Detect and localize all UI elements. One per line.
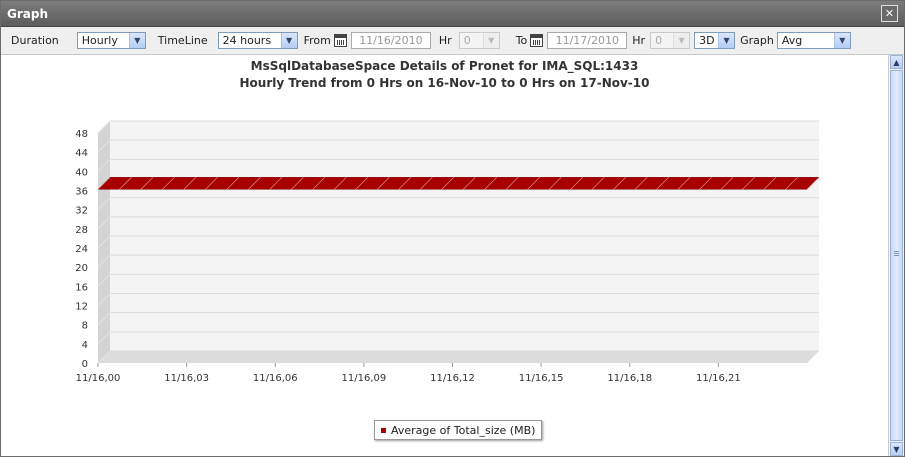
- x-tick-label: 11/16,06: [253, 373, 298, 384]
- y-tick-label: 0: [82, 359, 88, 370]
- chart-floor: [98, 351, 819, 363]
- chevron-down-icon: ▼: [280, 33, 297, 48]
- close-icon[interactable]: ✕: [881, 5, 898, 22]
- graph-label: Graph: [740, 34, 774, 47]
- graph-toolbar: Duration Hourly ▼ TimeLine 24 hours ▼ Fr…: [1, 27, 904, 55]
- scroll-down-icon[interactable]: ▼: [890, 442, 903, 456]
- trend-chart: 0481216202428323640444811/16,00 11/16,03 1…: [75, 120, 820, 384]
- y-tick-label: 24: [75, 244, 88, 255]
- duration-select-value: Hourly: [81, 34, 118, 47]
- y-tick-label: 40: [75, 167, 88, 178]
- timeline-select-value: 24 hours: [222, 34, 272, 47]
- scrollbar-thumb[interactable]: [890, 70, 903, 441]
- x-tick-label: 11/16,12: [430, 373, 475, 384]
- from-hr-select[interactable]: 0 ▼: [458, 32, 500, 49]
- chevron-down-icon: ▼: [833, 33, 850, 48]
- chevron-down-icon: ▼: [673, 33, 690, 48]
- y-tick-label: 12: [75, 302, 88, 313]
- chevron-down-icon: ▼: [718, 33, 735, 48]
- x-tick-label: 11/16,15: [519, 373, 564, 384]
- legend-swatch: [381, 427, 386, 433]
- chevron-down-icon: ▼: [128, 33, 145, 48]
- vertical-scrollbar[interactable]: ▲ ▼: [888, 55, 904, 456]
- y-tick-label: 4: [82, 340, 88, 351]
- chart-legend: Average of Total_size (MB): [374, 420, 543, 440]
- x-tick-label: 11/16,09: [342, 373, 387, 384]
- from-hr-label: Hr: [438, 34, 452, 47]
- duration-label: Duration: [11, 34, 59, 47]
- scroll-up-icon[interactable]: ▲: [890, 55, 903, 69]
- x-tick-label: 11/16,00: [76, 373, 121, 384]
- graph-type-select[interactable]: Avg ▼: [776, 32, 851, 49]
- to-hr-select-value: 0: [655, 34, 663, 47]
- to-date-field[interactable]: 11/17/2010: [547, 32, 628, 49]
- x-tick-label: 11/16,03: [164, 373, 209, 384]
- title-bar: Graph ✕: [1, 1, 904, 27]
- y-tick-label: 48: [75, 129, 88, 140]
- from-date-field[interactable]: 11/16/2010: [350, 32, 431, 49]
- timeline-select[interactable]: 24 hours ▼: [217, 32, 298, 49]
- from-calendar-icon[interactable]: [333, 34, 347, 47]
- from-hr-select-value: 0: [463, 34, 471, 47]
- grip-icon: [894, 251, 899, 257]
- y-tick-label: 32: [75, 206, 88, 217]
- timeline-label: TimeLine: [157, 34, 208, 47]
- y-tick-label: 20: [75, 263, 88, 274]
- y-tick-label: 16: [75, 282, 88, 293]
- to-hr-label: Hr: [632, 34, 646, 47]
- x-tick-label: 11/16,18: [607, 373, 652, 384]
- y-tick-label: 28: [75, 225, 88, 236]
- to-hr-select[interactable]: 0 ▼: [650, 32, 691, 49]
- chart-mode-select-value: 3D: [699, 34, 715, 47]
- to-label: To: [515, 34, 528, 47]
- duration-select[interactable]: Hourly ▼: [76, 32, 146, 49]
- chevron-down-icon: ▼: [482, 33, 499, 48]
- y-tick-label: 36: [75, 187, 88, 198]
- y-tick-label: 8: [82, 321, 88, 332]
- chart-mode-select[interactable]: 3D ▼: [694, 32, 736, 49]
- graph-content: MsSqlDatabaseSpace Details of Pronet for…: [1, 55, 888, 456]
- graph-window: Graph ✕ Duration Hourly ▼ TimeLine 24 ho…: [0, 0, 905, 457]
- from-label: From: [303, 34, 331, 47]
- graph-type-select-value: Avg: [781, 34, 803, 47]
- x-tick-label: 11/16,21: [696, 373, 741, 384]
- y-tick-label: 44: [75, 148, 88, 159]
- legend-label: Average of Total_size (MB): [391, 423, 536, 437]
- window-title: Graph: [7, 6, 48, 21]
- to-calendar-icon[interactable]: [530, 34, 544, 47]
